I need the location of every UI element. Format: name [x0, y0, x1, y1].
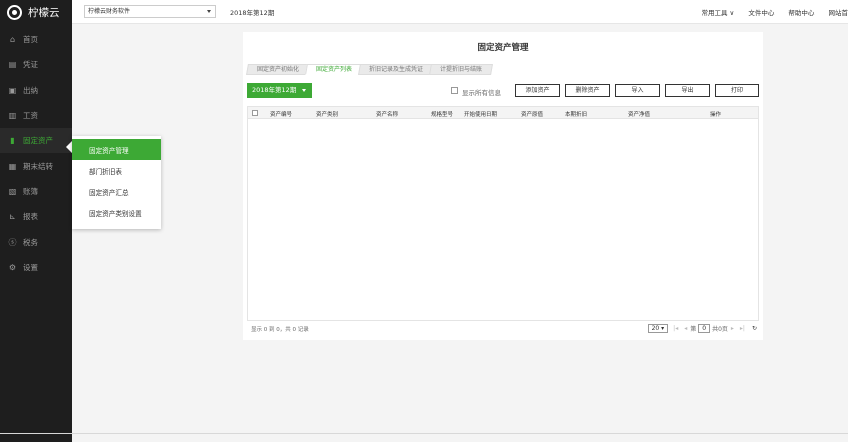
tab-bar: 固定资产初始化 固定资产列表 折旧记录及生成凭证 计提折旧与结账	[246, 64, 494, 75]
sidebar-item-label: 税务	[23, 237, 38, 247]
current-period: 2018年第12期	[230, 9, 275, 17]
sidebar-item-salary[interactable]: ▥ 工资	[0, 103, 72, 128]
tab-label: 固定资产初始化	[257, 66, 300, 73]
import-button[interactable]: 导入	[615, 84, 660, 97]
col-net-value[interactable]: 资产净值	[628, 110, 650, 118]
delete-asset-button[interactable]: 删除资产	[565, 84, 610, 97]
company-select[interactable]: 柠檬云财务软件	[84, 5, 216, 18]
col-asset-category[interactable]: 资产类别	[316, 110, 338, 118]
record-count-info: 显示 0 到 0，共 0 记录	[251, 327, 309, 333]
sidebar-item-tax[interactable]: ⓢ 税务	[0, 229, 72, 254]
page-prefix: 第	[690, 325, 697, 333]
sidebar-item-settings[interactable]: ⚙ 设置	[0, 255, 72, 280]
tab-label: 固定资产列表	[316, 66, 353, 73]
tax-icon: ⓢ	[8, 237, 17, 247]
fixed-asset-submenu: 固定资产管理 部门折旧表 固定资产汇总 固定资产类别设置	[72, 136, 161, 229]
page-number-input[interactable]: 0	[698, 323, 711, 333]
main-panel: 固定资产管理 固定资产初始化 固定资产列表 折旧记录及生成凭证 计提折旧与结账 …	[243, 32, 763, 340]
settings-icon: ⚙	[8, 262, 17, 272]
sidebar-item-voucher[interactable]: ▤ 凭证	[0, 52, 72, 77]
bottom-divider	[0, 433, 848, 434]
sidebar-item-period-close[interactable]: ▦ 期末结转	[0, 153, 72, 178]
refresh-icon[interactable]: ↻	[752, 325, 757, 332]
tab-asset-init[interactable]: 固定资产初始化	[246, 64, 310, 75]
prev-page-icon[interactable]: ◂	[684, 325, 687, 332]
top-bar: 柠檬云财务软件 2018年第12期 常用工具 ∨ 文件中心 帮助中心 网站首	[72, 0, 848, 24]
sidebar-item-label: 固定资产	[23, 136, 53, 146]
help-center-link[interactable]: 帮助中心	[788, 9, 814, 17]
sidebar-item-label: 报表	[23, 212, 38, 222]
sidebar-item-fixed-asset[interactable]: ▮ 固定资产	[0, 128, 72, 154]
sidebar: 柠檬云 ⌂ 首页 ▤ 凭证 ▣ 出纳 ▥ 工资 ▮ 固定资产 ▦ 期末结转 ▧ 账簿 ⊾ 报表 ⓢ 税务 ⚙ 设置	[0, 0, 72, 442]
voucher-icon: ▤	[8, 60, 17, 70]
page-title: 固定资产管理	[477, 43, 529, 53]
sidebar-item-ledger[interactable]: ▧ 账簿	[0, 179, 72, 204]
pagination: 20 ▾ |◂ ◂ 第 0 共0页 ▸ ▸| ↻	[646, 322, 757, 334]
sidebar-item-label: 出纳	[23, 85, 38, 95]
sidebar-item-cashier[interactable]: ▣ 出纳	[0, 78, 72, 103]
select-all-checkbox[interactable]	[252, 110, 258, 116]
col-original-value[interactable]: 资产原值	[521, 110, 543, 118]
ledger-icon: ▧	[8, 186, 17, 196]
submenu-item-dept-depreciation[interactable]: 部门折旧表	[72, 160, 161, 181]
app-name: 柠檬云	[28, 6, 60, 19]
chevron-down-icon	[207, 10, 211, 13]
show-all-label: 显示所有信息	[462, 88, 501, 97]
sidebar-item-label: 凭证	[23, 60, 38, 70]
fixed-asset-icon: ▮	[10, 136, 15, 146]
col-spec-model[interactable]: 规格型号	[431, 110, 453, 118]
col-asset-code[interactable]: 资产编号	[270, 110, 292, 118]
export-button[interactable]: 导出	[665, 84, 710, 97]
home-icon: ⌂	[9, 35, 16, 45]
col-start-date[interactable]: 开始使用日期	[464, 110, 497, 118]
tab-label: 计提折旧与结账	[440, 66, 483, 73]
tab-depreciation-records[interactable]: 折旧记录及生成凭证	[358, 64, 435, 75]
table-footer: 显示 0 到 0，共 0 记录 20 ▾ |◂ ◂ 第 0 共0页 ▸ ▸| ↻	[247, 322, 759, 334]
tab-label: 折旧记录及生成凭证	[369, 66, 424, 73]
top-links: 常用工具 ∨ 文件中心 帮助中心 网站首	[689, 7, 848, 17]
sidebar-item-label: 设置	[23, 262, 38, 272]
period-select-value: 2018年第12期	[252, 86, 297, 94]
add-asset-button[interactable]: 添加资产	[515, 84, 560, 97]
app-logo[interactable]: 柠檬云	[0, 0, 72, 24]
page-total: 共0页	[712, 325, 728, 333]
submenu-item-asset-summary[interactable]: 固定资产汇总	[72, 181, 161, 202]
table-header: 资产编号 资产类别 资产名称 规格型号 开始使用日期 资产原值 本期折旧 资产净…	[248, 107, 758, 119]
next-page-icon[interactable]: ▸	[731, 325, 734, 332]
sidebar-item-label: 期末结转	[23, 161, 53, 171]
salary-icon: ▥	[8, 111, 17, 121]
submenu-item-category-settings[interactable]: 固定资产类别设置	[72, 202, 161, 223]
report-icon: ⊾	[9, 212, 16, 222]
show-all-checkbox[interactable]	[451, 87, 458, 94]
company-select-value: 柠檬云财务软件	[88, 8, 131, 15]
website-home-link[interactable]: 网站首	[829, 9, 848, 17]
first-page-icon[interactable]: |◂	[673, 325, 678, 332]
cashier-icon: ▣	[8, 85, 17, 95]
print-button[interactable]: 打印	[715, 84, 759, 97]
col-current-depreciation[interactable]: 本期折旧	[565, 110, 587, 118]
sidebar-nav: ⌂ 首页 ▤ 凭证 ▣ 出纳 ▥ 工资 ▮ 固定资产 ▦ 期末结转 ▧ 账簿 ⊾ 报表 ⓢ 税务 ⚙ 设置	[0, 27, 72, 280]
col-asset-name[interactable]: 资产名称	[376, 110, 398, 118]
sidebar-item-label: 首页	[23, 35, 38, 45]
page-size-value: 20	[651, 324, 660, 332]
period-close-icon: ▦	[8, 161, 17, 171]
sidebar-item-report[interactable]: ⊾ 报表	[0, 204, 72, 229]
common-tools-link[interactable]: 常用工具 ∨	[701, 9, 734, 17]
tab-depreciation-closing[interactable]: 计提折旧与结账	[429, 64, 494, 75]
submenu-item-asset-management[interactable]: 固定资产管理	[72, 139, 161, 160]
asset-table: 资产编号 资产类别 资产名称 规格型号 开始使用日期 资产原值 本期折旧 资产净…	[247, 106, 759, 321]
page-size-select[interactable]: 20 ▾	[647, 323, 669, 333]
sidebar-item-home[interactable]: ⌂ 首页	[0, 27, 72, 52]
last-page-icon[interactable]: ▸|	[740, 325, 745, 332]
sidebar-item-label: 账簿	[23, 186, 38, 196]
period-select[interactable]: 2018年第12期	[247, 83, 312, 98]
tab-asset-list[interactable]: 固定资产列表	[305, 64, 364, 75]
lemon-logo-icon	[7, 4, 22, 20]
toolbar: 2018年第12期 显示所有信息 添加资产 删除资产 导入 导出 打印	[247, 83, 759, 99]
col-actions: 操作	[710, 112, 722, 118]
file-center-link[interactable]: 文件中心	[748, 9, 774, 17]
chevron-down-icon	[302, 89, 306, 92]
sidebar-item-label: 工资	[23, 111, 38, 121]
